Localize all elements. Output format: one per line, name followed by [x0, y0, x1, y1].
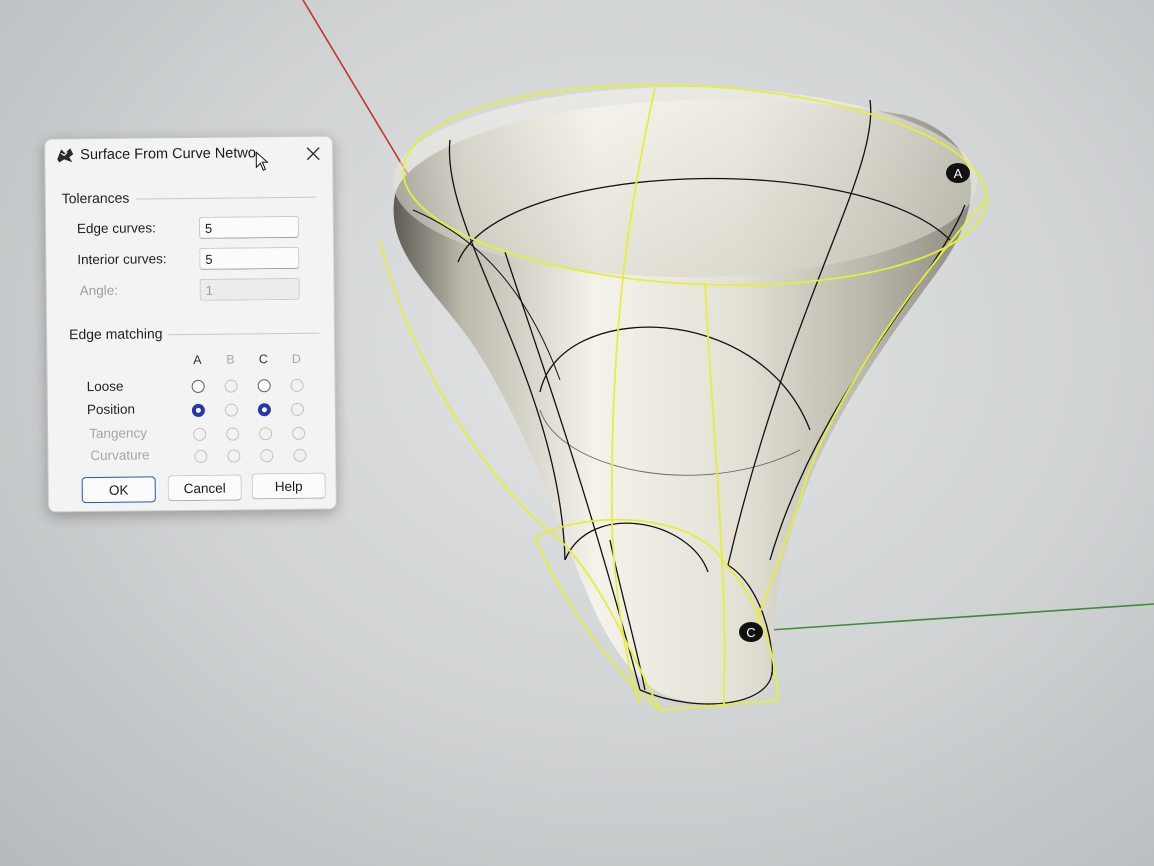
angle-label: Angle: — [79, 282, 119, 299]
help-button[interactable]: Help — [251, 472, 326, 500]
radio-position-b — [224, 403, 238, 417]
column-d-header: D — [291, 351, 301, 366]
surface-rim — [393, 87, 977, 277]
edge-curves-input[interactable]: 5 — [198, 215, 300, 239]
radio-tangency-a — [193, 427, 207, 441]
loose-row-label: Loose — [86, 378, 124, 395]
column-b-header: B — [226, 352, 235, 367]
position-row-label: Position — [86, 401, 135, 418]
tangency-row-label: Tangency — [89, 425, 148, 442]
radio-curvature-c — [260, 449, 274, 463]
dialog-titlebar[interactable]: Surface From Curve Netwo — [45, 137, 332, 178]
marker-a[interactable]: A — [946, 163, 970, 183]
radio-tangency-d — [292, 426, 306, 440]
column-c-header: C — [258, 352, 268, 367]
surface-from-curve-network-dialog: Surface From Curve Netwo Tolerances Edge… — [44, 135, 337, 513]
radio-tangency-c — [259, 427, 273, 441]
rhino-icon — [57, 148, 74, 163]
edge-curves-label: Edge curves: — [76, 220, 156, 237]
radio-loose-d — [290, 378, 304, 392]
interior-curves-input[interactable]: 5 — [199, 246, 300, 270]
dialog-title: Surface From Curve Netwo — [80, 145, 256, 164]
radio-curvature-d — [293, 448, 307, 462]
cancel-button[interactable]: Cancel — [167, 474, 242, 502]
tolerances-group-label: Tolerances — [61, 189, 136, 207]
radio-position-d — [290, 402, 304, 416]
radio-loose-b — [224, 379, 238, 393]
ok-button[interactable]: OK — [81, 476, 156, 504]
angle-input: 1 — [199, 277, 300, 301]
y-axis-line — [769, 603, 1154, 631]
radio-loose-c[interactable] — [257, 379, 271, 393]
radio-loose-a[interactable] — [191, 379, 205, 393]
marker-c-label: C — [746, 625, 755, 640]
interior-curves-label: Interior curves: — [77, 251, 167, 268]
marker-c[interactable]: C — [739, 622, 763, 642]
marker-a-label: A — [954, 166, 963, 181]
radio-position-c[interactable] — [257, 403, 271, 417]
radio-curvature-b — [227, 449, 241, 463]
edge-matching-group-label: Edge matching — [69, 325, 169, 343]
radio-curvature-a — [194, 449, 208, 463]
mouse-cursor-icon — [255, 151, 269, 171]
column-a-header: A — [193, 352, 202, 367]
close-icon[interactable] — [304, 145, 322, 163]
radio-position-a[interactable] — [191, 403, 205, 417]
curvature-row-label: Curvature — [90, 447, 150, 464]
radio-tangency-b — [226, 427, 240, 441]
